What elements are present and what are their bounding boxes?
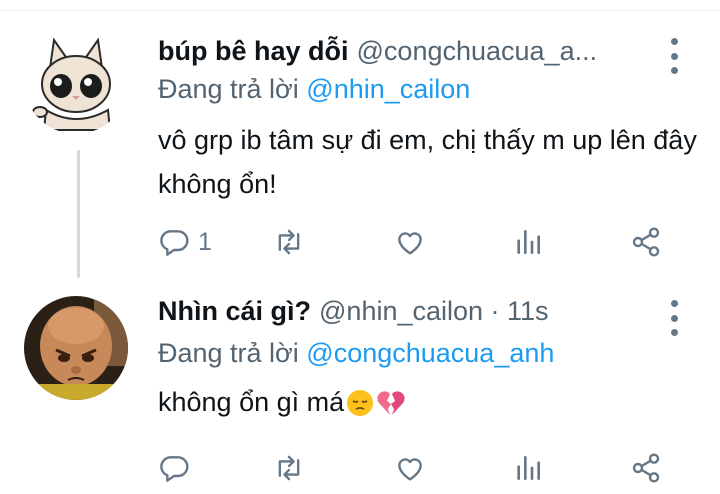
more-icon[interactable] xyxy=(668,300,680,336)
replying-to: Đang trả lời @congchuacua_anh xyxy=(158,338,554,369)
retweet-button[interactable] xyxy=(272,448,306,488)
author-row: Nhìn cái gì? @nhin_cailon · 11s xyxy=(158,296,549,336)
like-icon xyxy=(398,458,422,481)
pensive-face-emoji xyxy=(346,386,374,430)
like-button[interactable] xyxy=(394,448,426,488)
broken-heart-emoji xyxy=(376,386,406,430)
replying-to: Đang trả lời @nhin_cailon xyxy=(158,74,470,105)
display-name[interactable]: Nhìn cái gì? xyxy=(158,296,311,327)
action-bar: 1 xyxy=(158,222,698,262)
top-divider xyxy=(0,10,720,11)
tweet-text: vô grp ib tâm sự đi em, chị thấy m up lê… xyxy=(158,125,697,199)
retweet-button[interactable] xyxy=(272,222,306,262)
reply-handle-link[interactable]: @nhin_cailon xyxy=(306,74,470,104)
stats-icon xyxy=(517,230,540,254)
share-button[interactable] xyxy=(630,222,662,262)
username-and-time[interactable]: @nhin_cailon · 11s xyxy=(319,296,549,327)
share-icon xyxy=(632,453,660,483)
tweet-2[interactable]: Nhìn cái gì? @nhin_cailon · 11s Đang trả… xyxy=(0,288,720,494)
avatar-cat[interactable] xyxy=(24,30,128,134)
more-icon[interactable] xyxy=(668,38,680,74)
reply-button[interactable] xyxy=(158,448,190,488)
share-icon xyxy=(632,227,660,257)
retweet-icon xyxy=(278,455,300,481)
tweet-text-body: không ổn gì má xyxy=(158,387,345,417)
like-icon xyxy=(398,232,422,255)
retweet-icon xyxy=(278,229,300,255)
username[interactable]: @congchuacua_a... xyxy=(357,36,598,67)
avatar-bald-character[interactable] xyxy=(24,296,128,400)
reply-icon xyxy=(160,230,189,256)
like-button[interactable] xyxy=(394,222,426,262)
reply-button[interactable]: 1 xyxy=(158,222,212,262)
tweet-1[interactable]: búp bê hay dỗi @congchuacua_a... Đang tr… xyxy=(0,18,720,290)
stats-icon xyxy=(517,456,540,480)
reply-handle-link[interactable]: @congchuacua_anh xyxy=(306,338,554,368)
reply-prefix: Đang trả lời xyxy=(158,74,299,104)
author-row: búp bê hay dỗi @congchuacua_a... xyxy=(158,36,597,76)
reply-prefix: Đang trả lời xyxy=(158,338,299,368)
reply-icon xyxy=(160,456,189,482)
tweet-text: không ổn gì má xyxy=(158,380,698,430)
display-name[interactable]: búp bê hay dỗi xyxy=(158,36,349,67)
action-bar xyxy=(158,448,698,488)
stats-button[interactable] xyxy=(512,448,544,488)
reply-count: 1 xyxy=(198,227,212,256)
stats-button[interactable] xyxy=(512,222,544,262)
share-button[interactable] xyxy=(630,448,662,488)
